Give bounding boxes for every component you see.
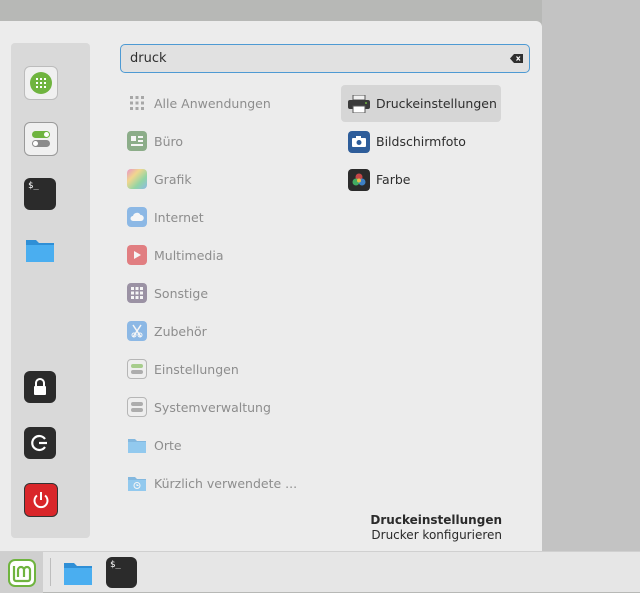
mint-logo-icon: [7, 558, 36, 587]
category-label: Internet: [154, 209, 204, 225]
clear-search-button[interactable]: [509, 54, 523, 64]
selected-app-description: Drucker konfigurieren: [371, 528, 502, 542]
category-label: Orte: [154, 437, 182, 453]
sidebar-terminal-button[interactable]: $_: [24, 178, 56, 210]
category-office[interactable]: Büro: [127, 129, 183, 153]
result-label: Bildschirmfoto: [376, 134, 466, 149]
category-label: Kürzlich verwendete ...: [154, 475, 298, 491]
all-apps-icon: [127, 93, 147, 113]
sidebar-apps-button[interactable]: [24, 66, 58, 100]
accessories-icon: [127, 321, 147, 341]
category-multimedia[interactable]: Multimedia: [127, 243, 224, 267]
taskbar: $_: [0, 551, 640, 593]
internet-icon: [127, 207, 147, 227]
favorites-sidebar: [11, 43, 90, 538]
grid-icon: [30, 72, 52, 94]
graphics-icon: [127, 169, 147, 189]
taskbar-files-launcher[interactable]: [62, 557, 94, 589]
category-label: Systemverwaltung: [154, 399, 271, 415]
menu-button[interactable]: [0, 552, 43, 593]
category-label: Büro: [154, 133, 184, 149]
backspace-icon: [509, 54, 523, 63]
search-field[interactable]: druck: [120, 44, 530, 73]
printer-icon: [348, 93, 370, 115]
other-icon: [127, 283, 147, 303]
desktop-background: [542, 0, 640, 551]
search-input[interactable]: druck: [130, 51, 509, 66]
folder-icon: [26, 240, 54, 262]
sidebar-files-button[interactable]: [24, 234, 56, 266]
screenshot-icon: [348, 130, 370, 153]
taskbar-separator: [50, 558, 51, 586]
category-administration[interactable]: Systemverwaltung: [127, 395, 271, 419]
category-label: Grafik: [154, 171, 192, 187]
category-places[interactable]: Orte: [127, 433, 182, 457]
toggle-icon: [32, 131, 50, 147]
recent-icon: [127, 473, 147, 493]
sidebar-shutdown-button[interactable]: [24, 483, 58, 517]
category-accessories[interactable]: Zubehör: [127, 319, 207, 343]
settings-icon: [127, 359, 147, 379]
folder-icon: [64, 563, 92, 585]
result-color[interactable]: Farbe: [341, 161, 501, 198]
office-icon: [127, 131, 147, 151]
result-label: Druckeinstellungen: [376, 96, 497, 111]
terminal-icon: $_: [110, 560, 121, 570]
taskbar-terminal-launcher[interactable]: $_: [106, 557, 137, 588]
category-label: Einstellungen: [154, 361, 239, 377]
result-screenshot[interactable]: Bildschirmfoto: [341, 123, 501, 160]
category-settings[interactable]: Einstellungen: [127, 357, 239, 381]
application-menu: $_ druck Alle Anwendungen Büro Grafik In…: [0, 21, 542, 551]
result-label: Farbe: [376, 172, 411, 187]
logout-icon: [31, 434, 47, 452]
multimedia-icon: [127, 245, 147, 265]
places-icon: [127, 435, 147, 455]
sidebar-settings-button[interactable]: [24, 122, 58, 156]
category-label: Sonstige: [154, 285, 209, 301]
category-label: Alle Anwendungen: [154, 95, 271, 111]
sidebar-logout-button[interactable]: [24, 427, 56, 459]
category-internet[interactable]: Internet: [127, 205, 204, 229]
category-all-applications[interactable]: Alle Anwendungen: [127, 91, 271, 115]
power-icon: [33, 492, 49, 509]
color-icon: [348, 168, 370, 191]
sidebar-lock-button[interactable]: [24, 371, 56, 403]
category-graphics[interactable]: Grafik: [127, 167, 192, 191]
terminal-icon: $_: [28, 181, 39, 191]
category-label: Zubehör: [154, 323, 207, 339]
category-recent[interactable]: Kürzlich verwendete ...: [127, 471, 297, 495]
lock-icon: [34, 378, 46, 395]
administration-icon: [127, 397, 147, 417]
result-printer-settings[interactable]: Druckeinstellungen: [341, 85, 501, 122]
category-other[interactable]: Sonstige: [127, 281, 208, 305]
category-label: Multimedia: [154, 247, 224, 263]
selected-app-name: Druckeinstellungen: [370, 513, 502, 527]
